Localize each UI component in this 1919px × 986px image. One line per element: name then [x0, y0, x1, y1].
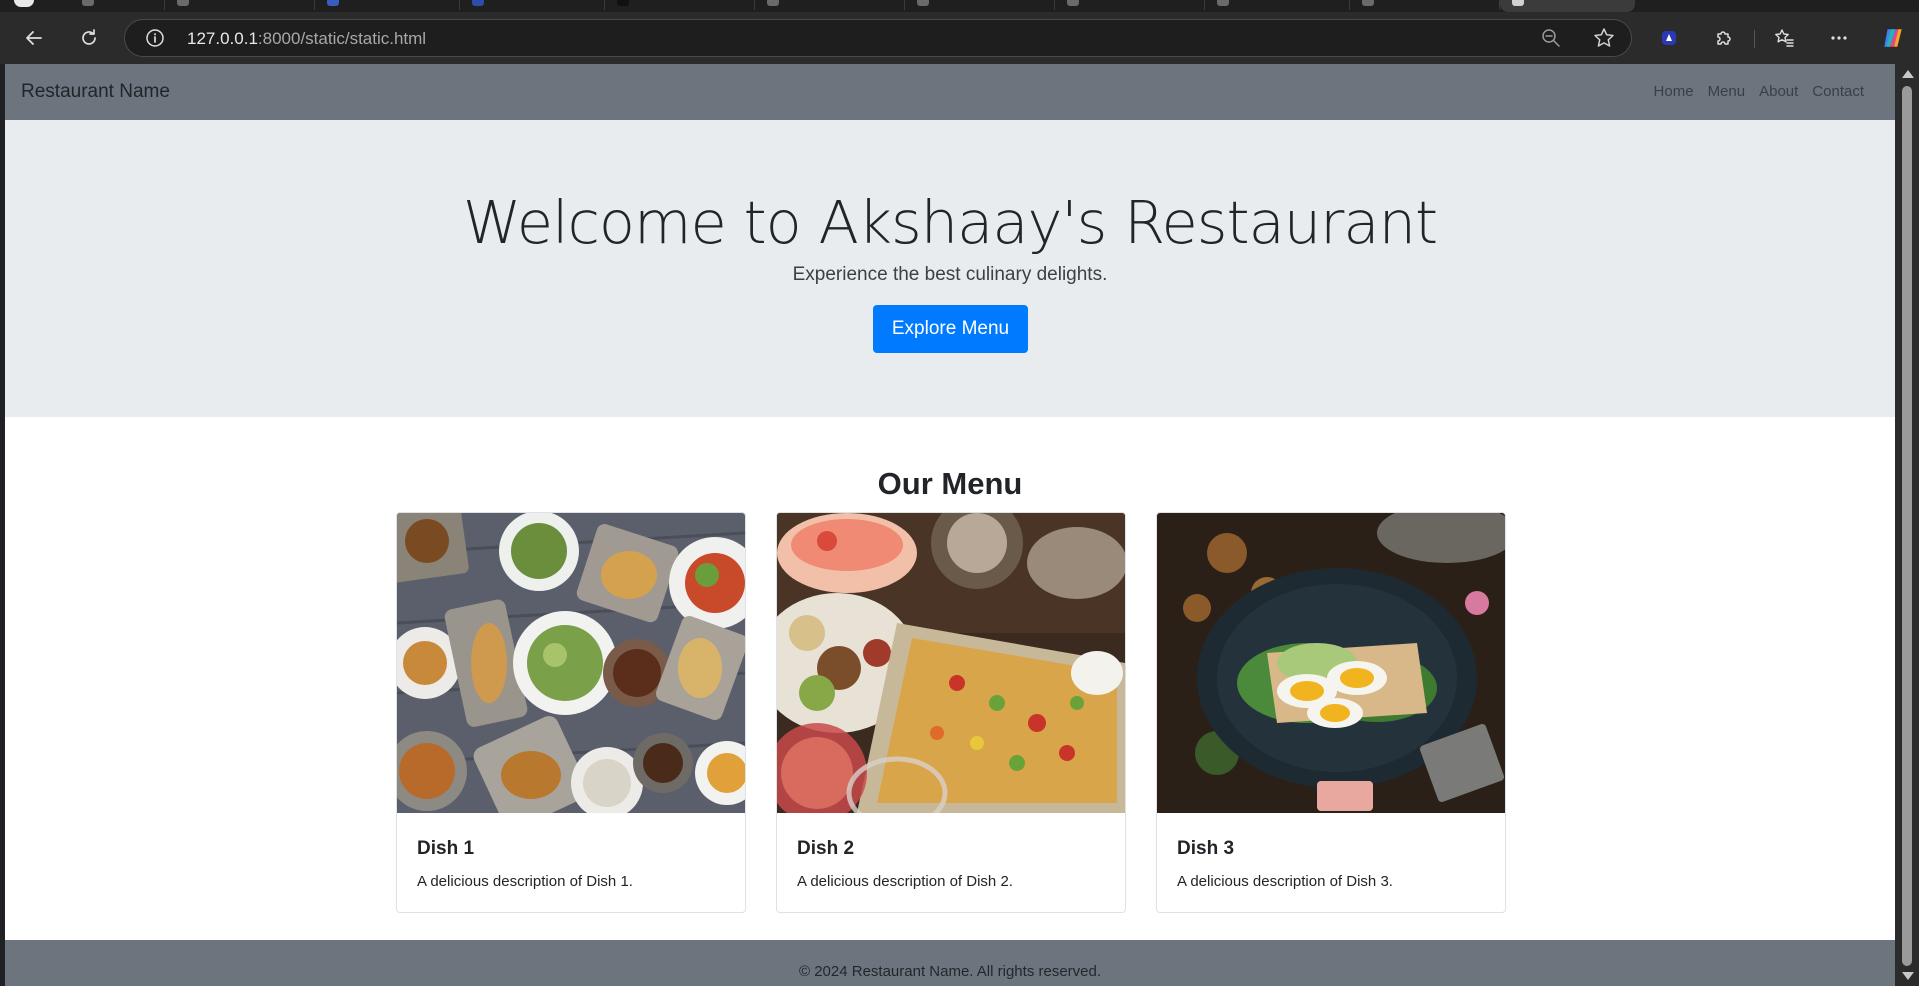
- browser-tab[interactable]: [315, 0, 460, 10]
- dish-1-image: [397, 513, 745, 813]
- extension-button[interactable]: [1653, 22, 1685, 54]
- nav-link-about[interactable]: About: [1752, 83, 1805, 100]
- active-browser-tab[interactable]: [1500, 0, 1635, 12]
- browser-tab[interactable]: [460, 0, 605, 10]
- puzzle-piece-icon: [1717, 31, 1731, 45]
- url-host: 127.0.0.1: [187, 29, 258, 48]
- back-arrow-icon: [26, 31, 42, 45]
- browser-tab[interactable]: [1350, 0, 1500, 10]
- browser-tab-strip: [0, 0, 1919, 12]
- explore-menu-button[interactable]: Explore Menu: [873, 305, 1028, 353]
- more-dots-icon: [1831, 36, 1847, 40]
- toolbar-divider: [1754, 30, 1755, 48]
- browser-tab[interactable]: [1055, 0, 1205, 10]
- favorites-list-icon: [1775, 29, 1794, 47]
- extensions-button[interactable]: [1708, 22, 1740, 54]
- reload-icon: [82, 29, 96, 45]
- dish-card-2: Dish 2 A delicious description of Dish 2…: [776, 512, 1126, 913]
- profile-avatar-icon[interactable]: [14, 0, 34, 7]
- scroll-down-arrow-icon[interactable]: [1902, 972, 1914, 980]
- favorite-star-icon[interactable]: [1593, 27, 1615, 49]
- dish-1-name: Dish 1: [417, 838, 475, 859]
- page-viewport: Restaurant Name Home Menu About Contact …: [5, 64, 1895, 986]
- url-path: :8000/static/static.html: [257, 29, 427, 48]
- zoom-out-icon[interactable]: [1541, 28, 1561, 48]
- scrollbar-thumb[interactable]: [1902, 86, 1912, 966]
- site-footer: © 2024 Restaurant Name. All rights reser…: [5, 940, 1895, 986]
- copilot-icon: [1884, 29, 1902, 47]
- hero-title: Welcome to Akshaay's Restaurant: [462, 188, 1438, 257]
- hero-section: Welcome to Akshaay's Restaurant Experien…: [5, 120, 1895, 417]
- more-menu-button[interactable]: [1823, 22, 1855, 54]
- dish-2-name: Dish 2: [797, 838, 855, 859]
- dish-card-3: Dish 3 A delicious description of Dish 3…: [1156, 512, 1506, 913]
- browser-tab[interactable]: [905, 0, 1055, 10]
- reload-button[interactable]: [73, 22, 105, 54]
- dish-3-name: Dish 3: [1177, 838, 1235, 859]
- dish-3-image: [1157, 513, 1505, 813]
- nav-link-home[interactable]: Home: [1647, 83, 1701, 100]
- browser-tab[interactable]: [755, 0, 905, 10]
- dish-2-image: [777, 513, 1125, 813]
- address-bar[interactable]: 127.0.0.1:8000/static/static.html: [124, 19, 1632, 57]
- back-button[interactable]: [18, 22, 50, 54]
- browser-tab[interactable]: [1205, 0, 1350, 10]
- site-info-icon[interactable]: [145, 28, 165, 48]
- site-navbar: Restaurant Name Home Menu About Contact: [5, 64, 1895, 120]
- copilot-button[interactable]: [1877, 22, 1909, 54]
- dish-card-1: Dish 1 A delicious description of Dish 1…: [396, 512, 746, 913]
- browser-tab[interactable]: [605, 0, 755, 10]
- extension-badge-icon: [1662, 31, 1676, 45]
- browser-toolbar: 127.0.0.1:8000/static/static.html: [0, 12, 1919, 64]
- url-text[interactable]: 127.0.0.1:8000/static/static.html: [187, 29, 426, 49]
- nav-links: Home Menu About Contact: [1647, 83, 1871, 100]
- scroll-up-arrow-icon[interactable]: [1902, 70, 1914, 78]
- menu-section-title: Our Menu: [877, 466, 1023, 501]
- favorites-button[interactable]: [1768, 22, 1800, 54]
- page-scrollbar[interactable]: [1895, 64, 1919, 986]
- hero-lead: Experience the best culinary delights.: [792, 264, 1108, 285]
- browser-tab[interactable]: [165, 0, 315, 10]
- nav-link-contact[interactable]: Contact: [1805, 83, 1871, 100]
- browser-tab[interactable]: [70, 0, 165, 10]
- dish-1-description: A delicious description of Dish 1.: [417, 873, 633, 890]
- dish-2-description: A delicious description of Dish 2.: [797, 873, 1013, 890]
- footer-copyright: © 2024 Restaurant Name. All rights reser…: [798, 963, 1102, 980]
- nav-link-menu[interactable]: Menu: [1701, 83, 1753, 100]
- brand-link[interactable]: Restaurant Name: [21, 81, 170, 103]
- dish-3-description: A delicious description of Dish 3.: [1177, 873, 1393, 890]
